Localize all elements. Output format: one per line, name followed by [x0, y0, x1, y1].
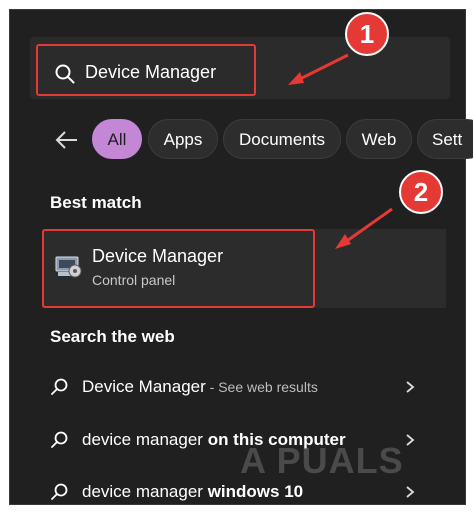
back-arrow-icon[interactable] [54, 129, 80, 151]
best-match-highlight-box [42, 229, 315, 308]
best-match-heading: Best match [50, 193, 142, 212]
search-icon [51, 378, 68, 395]
filter-web[interactable]: Web [346, 119, 412, 159]
step-2-arrow-icon [335, 207, 393, 249]
search-icon [51, 483, 68, 500]
chevron-right-icon[interactable] [404, 485, 416, 499]
filter-all[interactable]: All [92, 119, 142, 159]
filter-apps[interactable]: Apps [148, 119, 218, 159]
web-result-text: device manager windows 10 [82, 482, 304, 501]
chevron-right-icon[interactable] [404, 380, 416, 394]
appuals-watermark: A PUALS [240, 440, 404, 481]
step-1-arrow-icon [288, 53, 349, 85]
web-result-text: Device Manager - See web results [82, 377, 318, 396]
filter-settings[interactable]: Sett [417, 119, 473, 159]
search-icon [51, 431, 68, 448]
step-2-badge: 2 [399, 170, 443, 214]
filter-documents[interactable]: Documents [223, 119, 341, 159]
search-highlight-box [36, 44, 256, 96]
chevron-right-icon[interactable] [404, 433, 416, 447]
search-web-heading: Search the web [50, 327, 175, 346]
